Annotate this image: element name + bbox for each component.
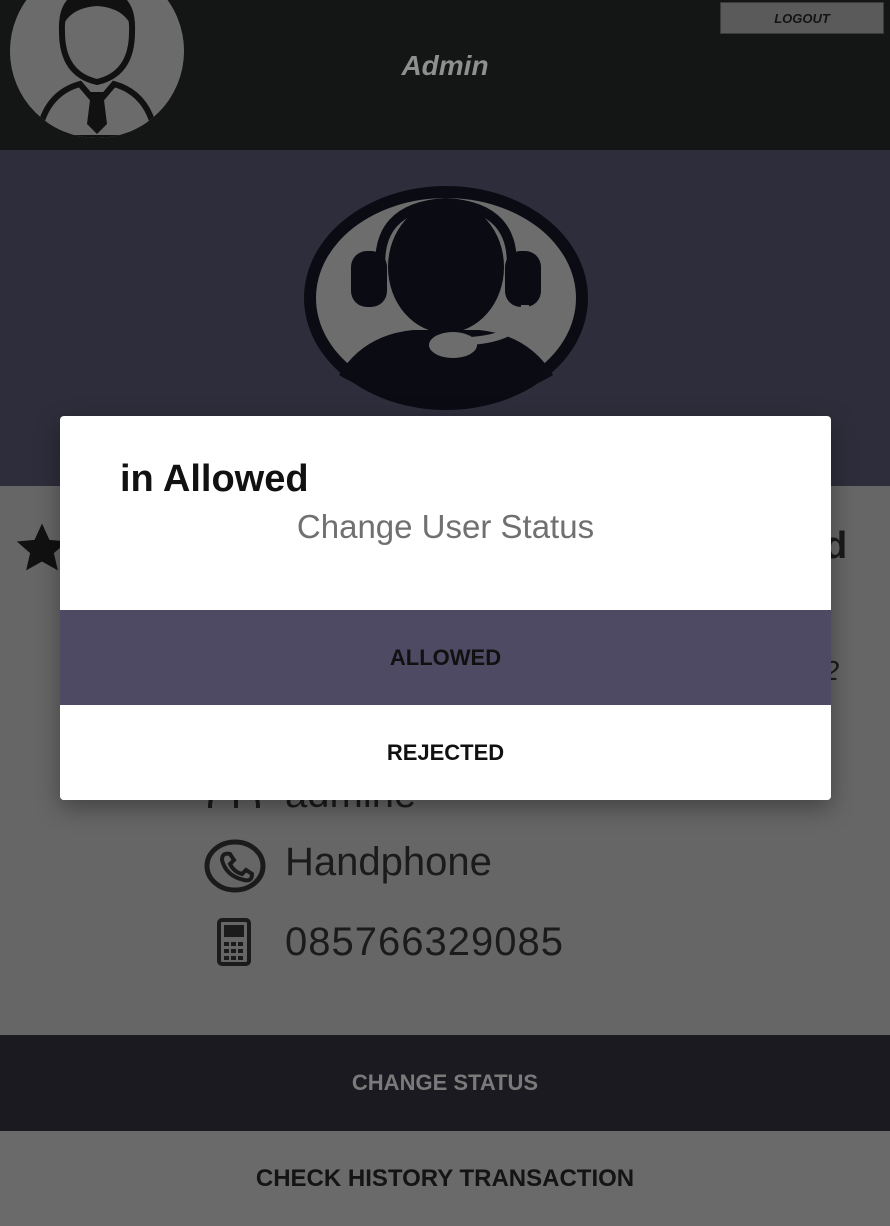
mobile-phone-icon: [216, 918, 252, 966]
customer-support-headset-icon: [303, 185, 589, 411]
app-title: Admin: [401, 50, 489, 81]
dialog-message: Change User Status: [296, 508, 595, 545]
option-allowed[interactable]: ALLOWED: [60, 610, 831, 705]
device-type: Handphone: [285, 840, 492, 884]
phone-number: 085766329085: [285, 920, 564, 964]
dialog-title: in Allowed: [120, 458, 309, 500]
check-history-transaction-button[interactable]: CHECK HISTORY TRANSACTION: [0, 1131, 890, 1226]
change-status-dialog: in Allowed Change User Status ALLOWED RE…: [60, 416, 831, 800]
phone-handset-icon: [204, 838, 266, 894]
option-rejected[interactable]: REJECTED: [60, 705, 831, 800]
logout-button[interactable]: LOGOUT: [720, 2, 884, 34]
change-status-button[interactable]: CHANGE STATUS: [0, 1035, 890, 1131]
